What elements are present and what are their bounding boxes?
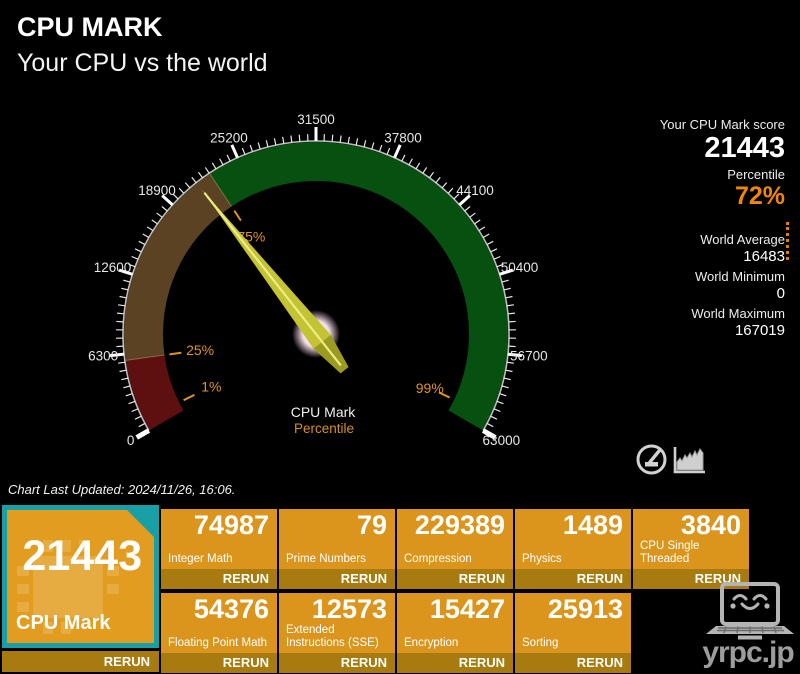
history-chart-icon[interactable]: [671, 445, 708, 476]
world-average-marker: [786, 222, 789, 260]
tile-label: Physics: [522, 553, 562, 565]
cpu-mark-card: 21443 CPU Mark RERUN: [2, 505, 159, 672]
cpu-mark-score: 21443: [22, 532, 142, 580]
world-minimum-value: 0: [776, 285, 785, 302]
tile-label: Prime Numbers: [286, 553, 366, 565]
tile-value: 1489: [562, 510, 623, 540]
laptop-face-icon: [706, 582, 794, 640]
svg-text:CPU Mark: CPU Mark: [291, 404, 357, 420]
tile-label: CPU Single Threaded: [640, 540, 700, 565]
rerun-button-cpu-mark[interactable]: RERUN: [2, 651, 159, 672]
tile-integer-math: 74987 Integer Math RERUN: [161, 509, 277, 589]
svg-text:25200: 25200: [210, 131, 248, 146]
world-average-label: World Average: [700, 232, 785, 247]
rerun-button-integer-math[interactable]: RERUN: [161, 569, 277, 589]
rerun-button-extended-instructions[interactable]: RERUN: [279, 653, 395, 673]
tile-label: Compression: [404, 553, 472, 565]
cpu-mark-card-frame: 21443 CPU Mark: [2, 505, 159, 648]
tile-value: 15427: [429, 594, 505, 624]
rerun-button-compression[interactable]: RERUN: [397, 569, 513, 589]
svg-text:0: 0: [127, 433, 135, 448]
tile-value: 12573: [311, 594, 387, 624]
svg-text:50400: 50400: [501, 260, 539, 275]
svg-text:63000: 63000: [483, 433, 521, 448]
svg-text:12600: 12600: [94, 260, 132, 275]
world-minimum-label: World Minimum: [694, 269, 785, 284]
percentile-value: 72%: [734, 182, 785, 210]
svg-text:99%: 99%: [416, 380, 444, 396]
tile-label: Extended Instructions (SSE): [286, 624, 379, 649]
score-label: Your CPU Mark score: [659, 117, 785, 132]
percentile-label: Percentile: [727, 167, 785, 182]
svg-text:6300: 6300: [88, 348, 118, 363]
tile-value: 54376: [193, 594, 269, 624]
rerun-button-floating-point-math[interactable]: RERUN: [161, 653, 277, 673]
svg-text:18900: 18900: [138, 183, 176, 198]
speedometer-icon[interactable]: [634, 442, 669, 477]
rerun-button-physics[interactable]: RERUN: [515, 569, 631, 589]
tile-sorting: 25913 Sorting RERUN: [515, 593, 631, 673]
svg-text:37800: 37800: [384, 131, 422, 146]
cpu-mark-screen: CPU MARK Your CPU vs the world 0 6300 1260…: [0, 0, 800, 674]
svg-text:1%: 1%: [201, 378, 221, 394]
tile-floating-point-math: 54376 Floating Point Math RERUN: [161, 593, 277, 673]
svg-text:25%: 25%: [186, 342, 214, 358]
tile-value: 25913: [547, 594, 623, 624]
tile-label: Encryption: [404, 637, 459, 649]
svg-text:44100: 44100: [456, 183, 494, 198]
score-value: 21443: [704, 132, 785, 164]
tile-label: Floating Point Math: [168, 637, 268, 649]
rerun-button-prime-numbers[interactable]: RERUN: [279, 569, 395, 589]
tile-prime-numbers: 79 Prime Numbers RERUN: [279, 509, 395, 589]
world-average-value: 16483: [743, 248, 785, 265]
svg-text:31500: 31500: [297, 112, 335, 127]
cpu-mark-label: CPU Mark: [16, 612, 111, 634]
score-panel: Your CPU Mark score 21443 Percentile 72%…: [660, 117, 785, 339]
tile-value: 3840: [680, 510, 741, 540]
world-maximum-label: World Maximum: [691, 306, 785, 321]
tile-encryption: 15427 Encryption RERUN: [397, 593, 513, 673]
tile-value: 229389: [414, 510, 505, 540]
chart-last-updated: Chart Last Updated: 2024/11/26, 16:06.: [8, 482, 236, 497]
tile-extended-instructions: 12573 Extended Instructions (SSE) RERUN: [279, 593, 395, 673]
yrpc-watermark: yrpc.jp: [702, 636, 794, 669]
tile-value: 79: [356, 510, 387, 540]
rerun-button-sorting[interactable]: RERUN: [515, 653, 631, 673]
tile-physics: 1489 Physics RERUN: [515, 509, 631, 589]
svg-text:Percentile: Percentile: [294, 421, 354, 436]
tile-cpu-single-threaded: 3840 CPU Single Threaded RERUN: [633, 509, 749, 589]
tile-compression: 229389 Compression RERUN: [397, 509, 513, 589]
world-maximum-value: 167019: [734, 322, 785, 339]
tile-label: Sorting: [522, 637, 559, 649]
tile-value: 74987: [193, 510, 269, 540]
tile-label: Integer Math: [168, 553, 233, 565]
rerun-button-encryption[interactable]: RERUN: [397, 653, 513, 673]
svg-text:56700: 56700: [510, 348, 548, 363]
